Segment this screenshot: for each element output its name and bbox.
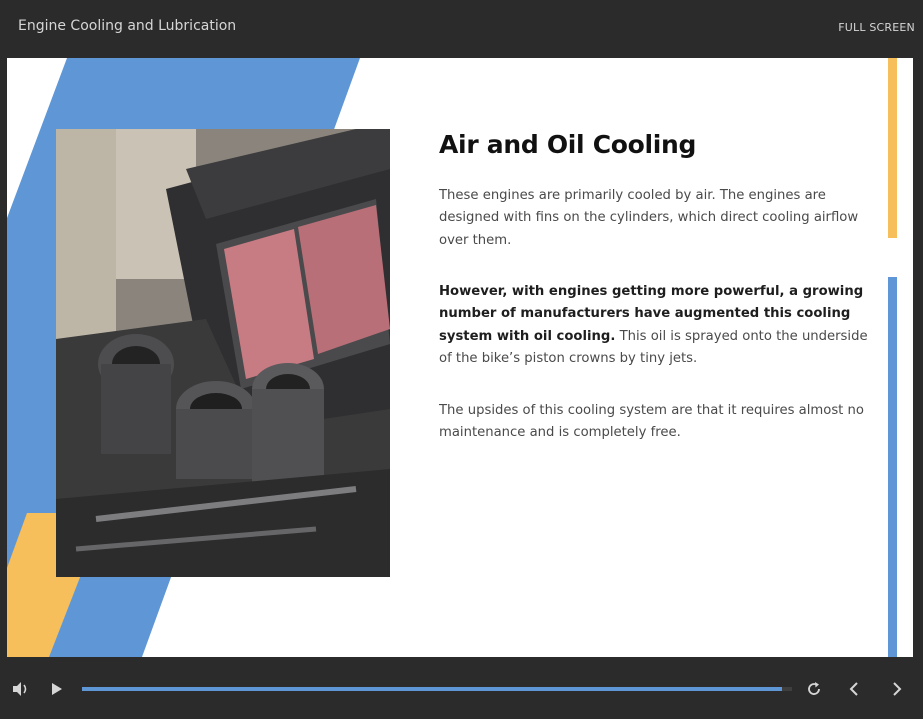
player-controls bbox=[0, 660, 923, 719]
volume-icon[interactable] bbox=[12, 681, 30, 702]
slide-heading: Air and Oil Cooling bbox=[439, 130, 697, 159]
chevron-right-icon[interactable] bbox=[891, 681, 903, 702]
paragraph-upsides: The upsides of this cooling system are t… bbox=[439, 403, 864, 441]
yellow-accent-bar bbox=[888, 58, 897, 238]
progress-fill bbox=[82, 687, 783, 691]
paragraph-oil-cooling: However, with engines getting more power… bbox=[439, 281, 869, 371]
replay-icon[interactable] bbox=[806, 681, 822, 702]
paragraph-air-cooling: These engines are primarily cooled by ai… bbox=[439, 188, 859, 248]
play-icon[interactable] bbox=[51, 682, 63, 701]
chevron-left-icon[interactable] bbox=[848, 681, 860, 702]
engine-photo bbox=[56, 129, 390, 577]
fullscreen-button[interactable]: FULL SCREEN bbox=[838, 21, 915, 34]
slide-canvas: Air and Oil Cooling These engines are pr… bbox=[7, 58, 913, 657]
top-bar: Engine Cooling and Lubrication FULL SCRE… bbox=[0, 0, 923, 56]
blue-accent-bar bbox=[888, 277, 897, 657]
course-title: Engine Cooling and Lubrication bbox=[18, 18, 237, 34]
progress-bar[interactable] bbox=[82, 687, 792, 691]
